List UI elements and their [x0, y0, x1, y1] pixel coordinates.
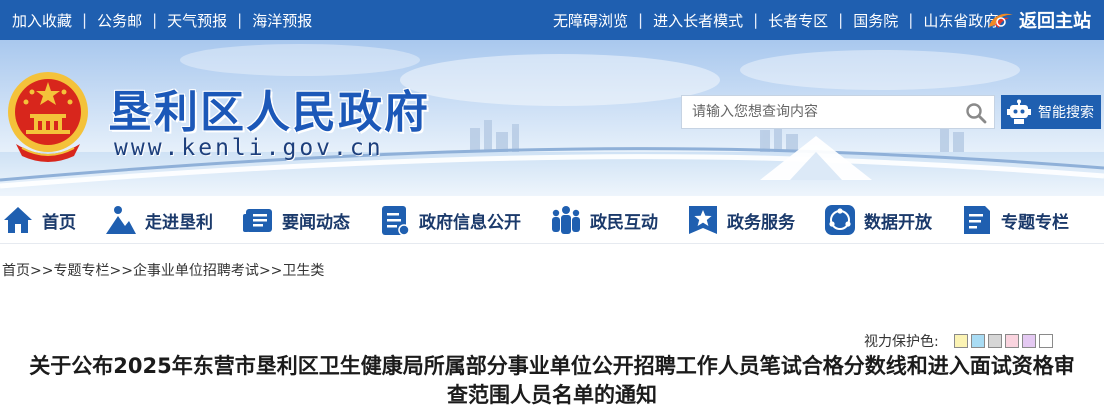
separator: |: [908, 11, 914, 29]
site-banner: 垦利区人民政府 www.kenli.gov.cn 智能搜索: [0, 40, 1104, 196]
news-icon: [243, 209, 272, 232]
breadcrumb-separator: >>: [258, 263, 283, 279]
breadcrumb-separator: >>: [109, 263, 133, 279]
add-favorite-link[interactable]: 加入收藏: [12, 10, 72, 31]
breadcrumb-recruitment-exams[interactable]: 企事业单位招聘考试: [133, 263, 259, 279]
breadcrumb-separator: >>: [30, 263, 54, 279]
swirl-logo-icon: [989, 13, 1013, 28]
nav-item-interaction[interactable]: 政民互动: [550, 196, 658, 244]
nav-item-label: 要闻动态: [282, 212, 350, 233]
article-title: 关于公布2025年东营市垦利区卫生健康局所属部分事业单位公开招聘工作人员笔试合格…: [29, 354, 1075, 407]
star-badge-icon: [689, 206, 717, 234]
data-share-icon: [825, 205, 855, 235]
separator: |: [237, 11, 243, 29]
separator: |: [82, 11, 88, 29]
search-input[interactable]: [692, 102, 952, 122]
breadcrumb-health-category[interactable]: 卫生类: [282, 263, 324, 279]
nav-item-home[interactable]: 首页: [2, 196, 76, 244]
elder-zone-link[interactable]: 长者专区: [768, 10, 828, 31]
nav-item-gov-info[interactable]: 政府信息公开: [379, 196, 521, 244]
nav-item-label: 专题专栏: [1001, 212, 1069, 233]
color-swatch-purple[interactable]: [1021, 334, 1036, 348]
nav-item-news[interactable]: 要闻动态: [242, 196, 350, 244]
return-home-label: 返回主站: [1019, 11, 1091, 32]
return-home-button[interactable]: 返回主站: [985, 6, 1091, 34]
main-navigation: 首页 走进垦利 要闻动态 政府信息公开 政民互动 政务服务 数据开放 专题专栏: [0, 196, 1104, 244]
top-bar-left-links: 加入收藏 | 公务邮 | 天气预报 | 海洋预报: [12, 0, 312, 40]
nav-item-label: 数据开放: [864, 212, 932, 233]
nav-item-label: 政务服务: [727, 212, 795, 233]
color-swatch-gray[interactable]: [987, 334, 1002, 348]
ocean-forecast-link[interactable]: 海洋预报: [252, 10, 312, 31]
color-swatch-pink[interactable]: [1004, 334, 1019, 348]
nav-item-label: 首页: [42, 212, 76, 233]
separator: |: [753, 11, 759, 29]
breadcrumb: 首页>>专题专栏>>企事业单位招聘考试>>卫生类: [2, 260, 324, 280]
nav-item-open-data[interactable]: 数据开放: [824, 196, 932, 244]
eye-protection-label: 视力保护色:: [864, 334, 939, 350]
site-url: www.kenli.gov.cn: [114, 135, 384, 161]
home-icon: [4, 207, 32, 233]
color-swatch-white[interactable]: [1038, 334, 1053, 348]
mountain-person-icon: [106, 206, 136, 234]
breadcrumb-home[interactable]: 首页: [2, 263, 30, 279]
national-emblem-icon: [8, 72, 88, 162]
color-swatch-blue[interactable]: [970, 334, 985, 348]
robot-icon: [1007, 99, 1031, 124]
separator: |: [638, 11, 644, 29]
state-council-link[interactable]: 国务院: [853, 10, 898, 31]
elder-mode-link[interactable]: 进入长者模式: [653, 10, 743, 31]
official-mail-link[interactable]: 公务邮: [97, 10, 142, 31]
column-doc-icon: [964, 206, 990, 234]
search-box: [681, 95, 995, 129]
nav-item-label: 走进垦利: [145, 212, 213, 233]
nav-item-about-kenli[interactable]: 走进垦利: [105, 196, 213, 244]
site-title: 垦利区人民政府: [108, 87, 430, 138]
search-icon[interactable]: [965, 102, 987, 124]
separator: |: [152, 11, 158, 29]
smart-search-label: 智能搜索: [1038, 105, 1094, 121]
document-icon: [382, 206, 410, 236]
people-icon: [552, 206, 580, 234]
top-bar-right-links: 无障碍浏览 | 进入长者模式 | 长者专区 | 国务院 | 山东省政府: [553, 0, 998, 40]
top-bar: 加入收藏 | 公务邮 | 天气预报 | 海洋预报 无障碍浏览 | 进入长者模式 …: [0, 0, 1104, 40]
color-swatch-yellow[interactable]: [953, 334, 968, 348]
eye-protection-color-picker: 视力保护色:: [864, 332, 1053, 350]
weather-forecast-link[interactable]: 天气预报: [167, 10, 227, 31]
nav-item-services[interactable]: 政务服务: [687, 196, 795, 244]
smart-search-button[interactable]: 智能搜索: [1001, 95, 1101, 129]
nav-item-label: 政民互动: [590, 212, 658, 233]
separator: |: [838, 11, 844, 29]
nav-item-label: 政府信息公开: [419, 212, 521, 233]
accessibility-link[interactable]: 无障碍浏览: [553, 10, 628, 31]
nav-item-special-topics[interactable]: 专题专栏: [961, 196, 1069, 244]
breadcrumb-special-topics[interactable]: 专题专栏: [53, 263, 109, 279]
